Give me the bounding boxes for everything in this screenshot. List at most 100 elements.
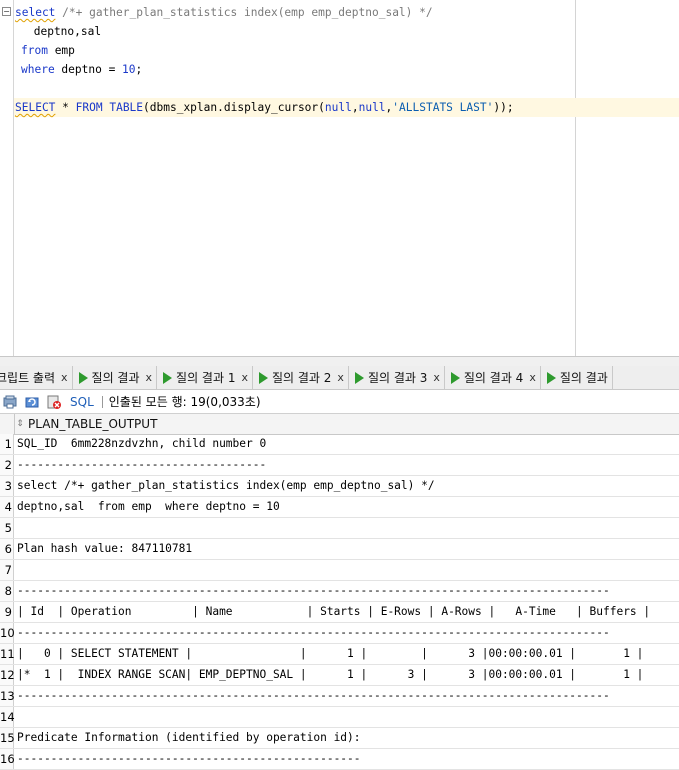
result-tab[interactable]: 질의 결과 4 x — [445, 366, 541, 389]
run-result-icon — [163, 371, 173, 384]
plan-output-cell[interactable]: select /*+ gather_plan_statistics index(… — [17, 476, 435, 496]
result-tab-label: 질의 결과 — [559, 371, 608, 385]
table-row[interactable]: 3 select /*+ gather_plan_statistics index… — [0, 476, 679, 497]
result-tab-label: 크립트 출력 — [0, 371, 56, 385]
table-row[interactable]: 6 Plan hash value: 847110781 — [0, 539, 679, 560]
row-number[interactable]: 14 — [0, 707, 15, 727]
row-number[interactable]: 16 — [0, 749, 15, 769]
table-row[interactable]: 4 deptno,sal from emp where deptno = 10 — [0, 497, 679, 518]
table-row[interactable]: 5 — [0, 518, 679, 539]
code-token: /*+ gather_plan_statistics index(emp emp… — [55, 6, 433, 19]
run-result-icon — [258, 371, 268, 384]
table-row[interactable]: 2 ------------------------------------- — [0, 455, 679, 476]
result-tab-label: 질의 결과 2 — [271, 371, 332, 385]
code-token: * — [55, 101, 76, 114]
row-number[interactable]: 6 — [0, 539, 14, 559]
result-tab[interactable]: 질의 결과 3 x — [349, 366, 445, 389]
result-tab[interactable]: 질의 결과 1 x — [157, 366, 253, 389]
column-header-label: PLAN_TABLE_OUTPUT — [28, 417, 158, 431]
refresh-icon[interactable] — [24, 394, 40, 410]
table-row[interactable]: 8 ---------------------------------------… — [0, 581, 679, 602]
plan-output-cell[interactable]: | Id | Operation | Name | Starts | E-Row… — [17, 602, 650, 622]
cancel-query-icon[interactable] — [46, 394, 62, 410]
plan-output-cell[interactable]: ----------------------------------------… — [17, 581, 610, 601]
table-row[interactable]: 11 | 0 | SELECT STATEMENT | | 1 | | 3 |00… — [0, 644, 679, 665]
result-tab-label: 질의 결과 1 — [176, 371, 236, 385]
editor-line[interactable]: from emp — [21, 41, 75, 60]
result-grid: 1 SQL_ID 6mm228nzdvzhn, child number 0 2 --… — [0, 434, 679, 770]
row-number[interactable]: 5 — [0, 518, 14, 538]
code-token: )); — [493, 101, 514, 114]
code-token: select — [15, 6, 56, 19]
editor-line[interactable]: select /*+ gather_plan_statistics index(… — [15, 3, 433, 22]
row-number[interactable]: 2 — [0, 455, 14, 475]
table-row[interactable]: 14 — [0, 707, 679, 728]
result-tab[interactable]: 질의 결과 2 x — [253, 366, 349, 389]
table-row[interactable]: 9 | Id | Operation | Name | Starts | E-Ro… — [0, 602, 679, 623]
run-result-icon — [78, 371, 88, 384]
toolbar-divider — [101, 395, 103, 408]
row-number[interactable]: 7 — [0, 560, 14, 580]
editor-line[interactable]: deptno,sal — [27, 22, 101, 41]
result-tab[interactable]: 질의 결과 x — [73, 366, 158, 389]
code-token: (dbms_xplan.display_cursor( — [143, 101, 325, 114]
sort-arrows-icon[interactable]: ⇕ — [16, 420, 24, 429]
row-number[interactable]: 8 — [0, 581, 14, 601]
row-number[interactable]: 11 — [0, 644, 15, 664]
code-token: emp — [47, 44, 75, 57]
close-tab-icon[interactable]: x — [433, 371, 440, 384]
table-row[interactable]: 16 --------------------------------------… — [0, 749, 679, 770]
editor-gutter: − — [0, 0, 14, 356]
close-tab-icon[interactable]: x — [61, 371, 68, 384]
close-tab-icon[interactable]: x — [146, 371, 153, 384]
plan-output-cell[interactable]: ----------------------------------------… — [17, 686, 610, 706]
result-toolbar: SQL 인출된 모든 행: 19(0,033초) — [0, 390, 679, 414]
close-tab-icon[interactable]: x — [529, 371, 536, 384]
row-number[interactable]: 15 — [0, 728, 15, 748]
sql-link[interactable]: SQL — [70, 395, 94, 409]
result-tab[interactable]: 질의 결과 — [541, 366, 613, 389]
code-token: TABLE — [109, 101, 144, 114]
table-row[interactable]: 7 — [0, 560, 679, 581]
table-row[interactable]: 1 SQL_ID 6mm228nzdvzhn, child number 0 — [0, 434, 679, 455]
run-result-icon — [354, 371, 364, 384]
fold-toggle-icon[interactable]: − — [2, 7, 11, 16]
pin-icon[interactable] — [2, 394, 18, 410]
plan-output-cell[interactable]: SQL_ID 6mm228nzdvzhn, child number 0 — [17, 434, 266, 454]
plan-output-cell[interactable]: deptno,sal from emp where deptno = 10 — [17, 497, 280, 517]
editor-line[interactable]: where deptno = 10; — [21, 60, 142, 79]
row-number[interactable]: 10 — [0, 623, 15, 643]
plan-output-cell[interactable]: ----------------------------------------… — [17, 749, 361, 769]
plan-output-cell[interactable]: | 0 | SELECT STATEMENT | | 1 | | 3 |00:0… — [17, 644, 643, 664]
row-number[interactable]: 4 — [0, 497, 14, 517]
code-token: 10 — [122, 63, 136, 76]
row-number[interactable]: 12 — [0, 665, 15, 685]
close-tab-icon[interactable]: x — [241, 371, 248, 384]
plan-output-cell[interactable]: Plan hash value: 847110781 — [17, 539, 192, 559]
result-tab[interactable]: 크립트 출력 x — [0, 366, 73, 389]
plan-output-cell[interactable]: ----------------------------------------… — [17, 623, 610, 643]
table-row[interactable]: 15 Predicate Information (identified by o… — [0, 728, 679, 749]
code-token: deptno = — [54, 63, 123, 76]
close-tab-icon[interactable]: x — [337, 371, 344, 384]
row-number[interactable]: 1 — [0, 434, 14, 454]
plan-output-cell[interactable]: Predicate Information (identified by ope… — [17, 728, 361, 748]
plan-output-cell[interactable]: |* 1 | INDEX RANGE SCAN| EMP_DEPTNO_SAL … — [17, 665, 643, 685]
run-result-icon — [450, 371, 460, 384]
plan-output-cell[interactable]: ------------------------------------- — [17, 455, 266, 475]
grid-corner[interactable] — [0, 414, 15, 434]
table-row[interactable]: 10 --------------------------------------… — [0, 623, 679, 644]
table-row[interactable]: 12 |* 1 | INDEX RANGE SCAN| EMP_DEPTNO_SA… — [0, 665, 679, 686]
row-number[interactable]: 9 — [0, 602, 14, 622]
code-token: null — [358, 101, 386, 114]
column-header-plan-table-output[interactable]: ⇕ PLAN_TABLE_OUTPUT — [16, 414, 157, 434]
row-number[interactable]: 13 — [0, 686, 15, 706]
result-tab-label: 질의 결과 4 — [463, 371, 524, 385]
run-result-icon — [546, 371, 556, 384]
sql-editor[interactable]: − select /*+ gather_plan_statistics inde… — [0, 0, 679, 356]
editor-line[interactable]: SELECT * FROM TABLE(dbms_xplan.display_c… — [14, 98, 679, 117]
code-token: FROM — [75, 101, 103, 114]
row-number[interactable]: 3 — [0, 476, 14, 496]
code-token: where — [21, 63, 55, 76]
table-row[interactable]: 13 --------------------------------------… — [0, 686, 679, 707]
